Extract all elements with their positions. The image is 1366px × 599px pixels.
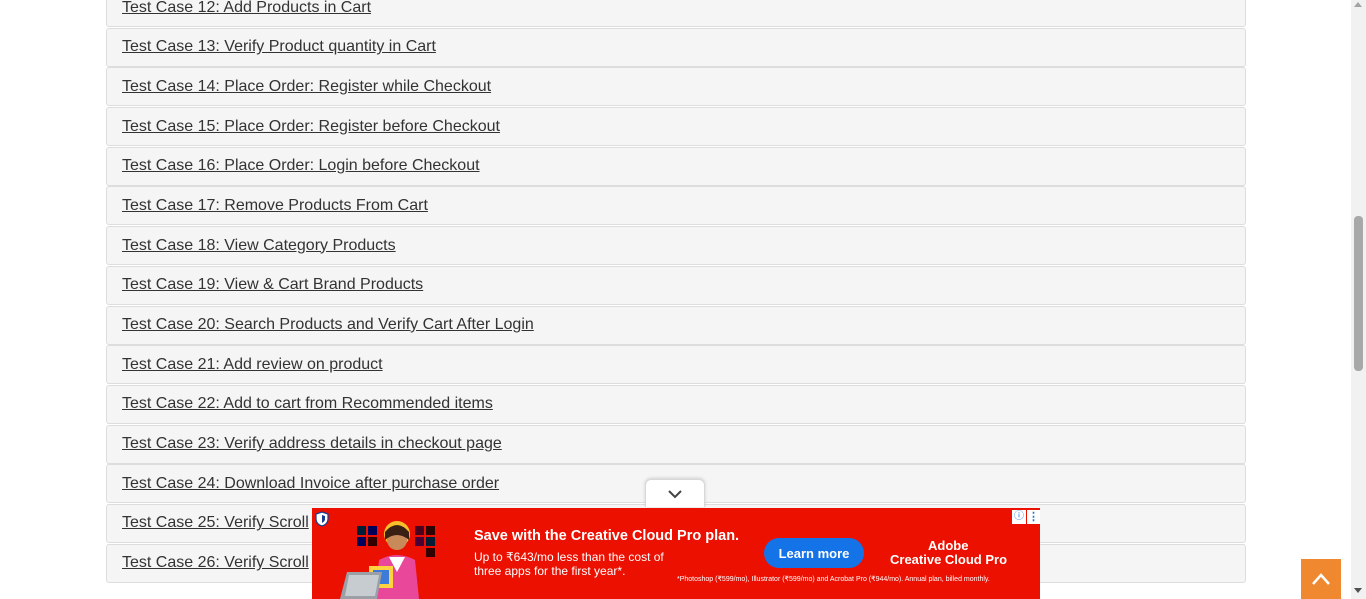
test-case-link[interactable]: Test Case 16: Place Order: Login before … <box>122 157 480 175</box>
list-item: Test Case 16: Place Order: Login before … <box>106 146 1246 186</box>
shield-icon <box>315 511 329 527</box>
chevron-up-icon <box>1312 573 1330 585</box>
list-item: Test Case 20: Search Products and Verify… <box>106 305 1246 345</box>
chevron-down-icon <box>668 489 682 498</box>
test-case-link[interactable]: Test Case 15: Place Order: Register befo… <box>122 118 500 136</box>
test-case-link[interactable]: Test Case 14: Place Order: Register whil… <box>122 78 491 96</box>
learn-more-button[interactable]: Learn more <box>764 538 864 568</box>
scroll-down-arrow-icon[interactable] <box>1354 588 1362 593</box>
ad-fine-print: *Photoshop (₹599/mo), Illustrator (₹599/… <box>677 576 990 583</box>
list-item: Test Case 19: View & Cart Brand Products <box>106 265 1246 305</box>
list-item: Test Case 14: Place Order: Register whil… <box>106 67 1246 107</box>
list-item: Test Case 22: Add to cart from Recommend… <box>106 384 1246 424</box>
vertical-scrollbar[interactable] <box>1351 0 1366 599</box>
ad-banner[interactable]: Save with the Creative Cloud Pro plan. U… <box>312 508 1040 599</box>
ad-headline: Save with the Creative Cloud Pro plan. <box>474 528 740 544</box>
list-item: Test Case 12: Add Products in Cart <box>106 0 1246 27</box>
test-case-link[interactable]: Test Case 12: Add Products in Cart <box>122 0 371 17</box>
test-case-link[interactable]: Test Case 22: Add to cart from Recommend… <box>122 395 493 413</box>
list-item: Test Case 17: Remove Products From Cart <box>106 186 1246 226</box>
test-case-link[interactable]: Test Case 21: Add review on product <box>122 356 383 374</box>
ad-menu-icon[interactable]: ⋮ <box>1027 510 1040 524</box>
scrollbar-thumb[interactable] <box>1354 216 1363 371</box>
ad-brand-name: Creative Cloud Pro <box>890 552 1008 567</box>
scroll-up-arrow-icon[interactable] <box>1354 2 1362 7</box>
ad-info-icon[interactable]: ⓘ <box>1012 510 1026 524</box>
ad-collapse-button[interactable] <box>645 479 705 507</box>
test-case-link[interactable]: Test Case 17: Remove Products From Cart <box>122 197 428 215</box>
ad-illustration <box>340 521 435 599</box>
list-item: Test Case 13: Verify Product quantity in… <box>106 27 1246 67</box>
test-case-link[interactable]: Test Case 25: Verify Scroll <box>122 514 309 532</box>
list-item: Test Case 15: Place Order: Register befo… <box>106 107 1246 147</box>
scroll-to-top-button[interactable] <box>1301 559 1341 599</box>
test-case-link[interactable]: Test Case 20: Search Products and Verify… <box>122 316 534 334</box>
list-item: Test Case 18: View Category Products <box>106 226 1246 266</box>
ad-brand-logo: Adobe <box>928 538 969 553</box>
test-case-link[interactable]: Test Case 24: Download Invoice after pur… <box>122 475 499 493</box>
test-case-link[interactable]: Test Case 19: View & Cart Brand Products <box>122 276 423 294</box>
list-item: Test Case 23: Verify address details in … <box>106 424 1246 464</box>
test-case-link[interactable]: Test Case 13: Verify Product quantity in… <box>122 38 436 56</box>
test-case-link[interactable]: Test Case 26: Verify Scroll <box>122 554 309 572</box>
test-case-link[interactable]: Test Case 18: View Category Products <box>122 237 396 255</box>
ad-subtext: Up to ₹643/mo less than the cost of thre… <box>474 550 664 578</box>
test-case-link[interactable]: Test Case 23: Verify address details in … <box>122 435 502 453</box>
list-item: Test Case 21: Add review on product <box>106 345 1246 385</box>
